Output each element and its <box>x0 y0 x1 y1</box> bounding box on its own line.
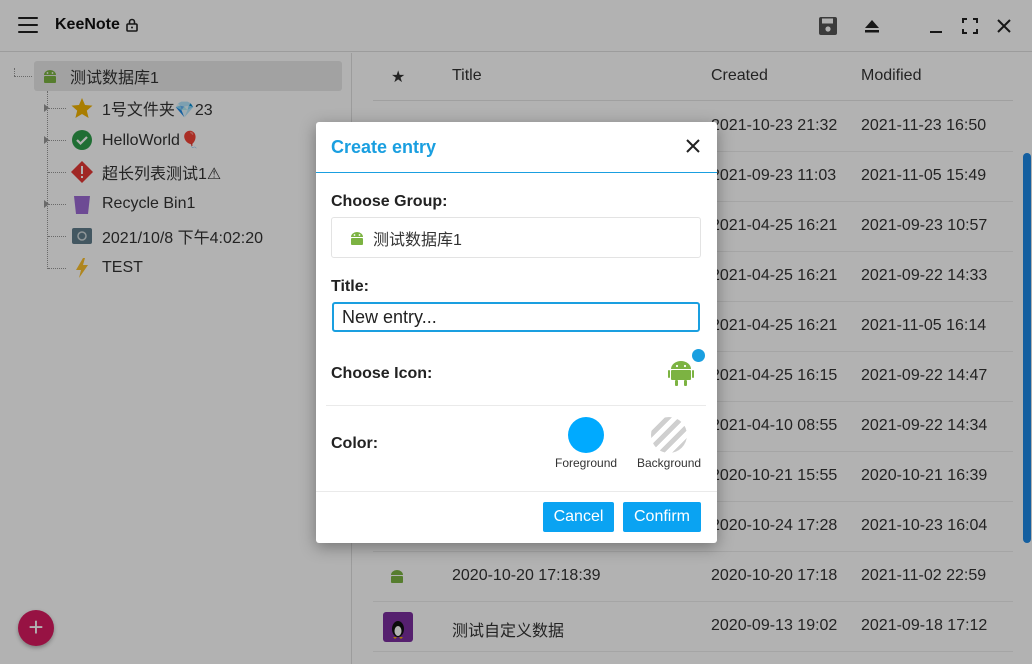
icon-badge-dot <box>692 349 705 362</box>
android-icon <box>668 361 694 386</box>
divider <box>316 491 717 492</box>
group-select[interactable]: 测试数据库1 <box>331 217 701 258</box>
group-select-value: 测试数据库1 <box>373 231 462 249</box>
create-entry-dialog: Create entry Choose Group: 测试数据库1 Title:… <box>316 122 717 543</box>
confirm-button[interactable]: Confirm <box>623 502 701 532</box>
close-icon[interactable] <box>683 136 703 156</box>
foreground-color-swatch[interactable] <box>568 417 604 453</box>
foreground-label: Foreground <box>555 456 618 470</box>
color-label: Color: <box>331 435 379 452</box>
android-icon <box>351 231 363 245</box>
divider <box>326 405 706 406</box>
background-label: Background <box>637 456 702 470</box>
title-label: Title: <box>331 278 369 295</box>
cancel-button[interactable]: Cancel <box>543 502 614 532</box>
entry-icon-picker[interactable] <box>668 358 694 386</box>
dialog-title: Create entry <box>331 137 437 157</box>
background-color-swatch[interactable] <box>651 417 687 453</box>
dialog-header: Create entry <box>316 122 717 173</box>
choose-icon-label: Choose Icon: <box>331 365 433 382</box>
choose-group-label: Choose Group: <box>331 193 448 210</box>
title-input[interactable] <box>332 302 700 332</box>
